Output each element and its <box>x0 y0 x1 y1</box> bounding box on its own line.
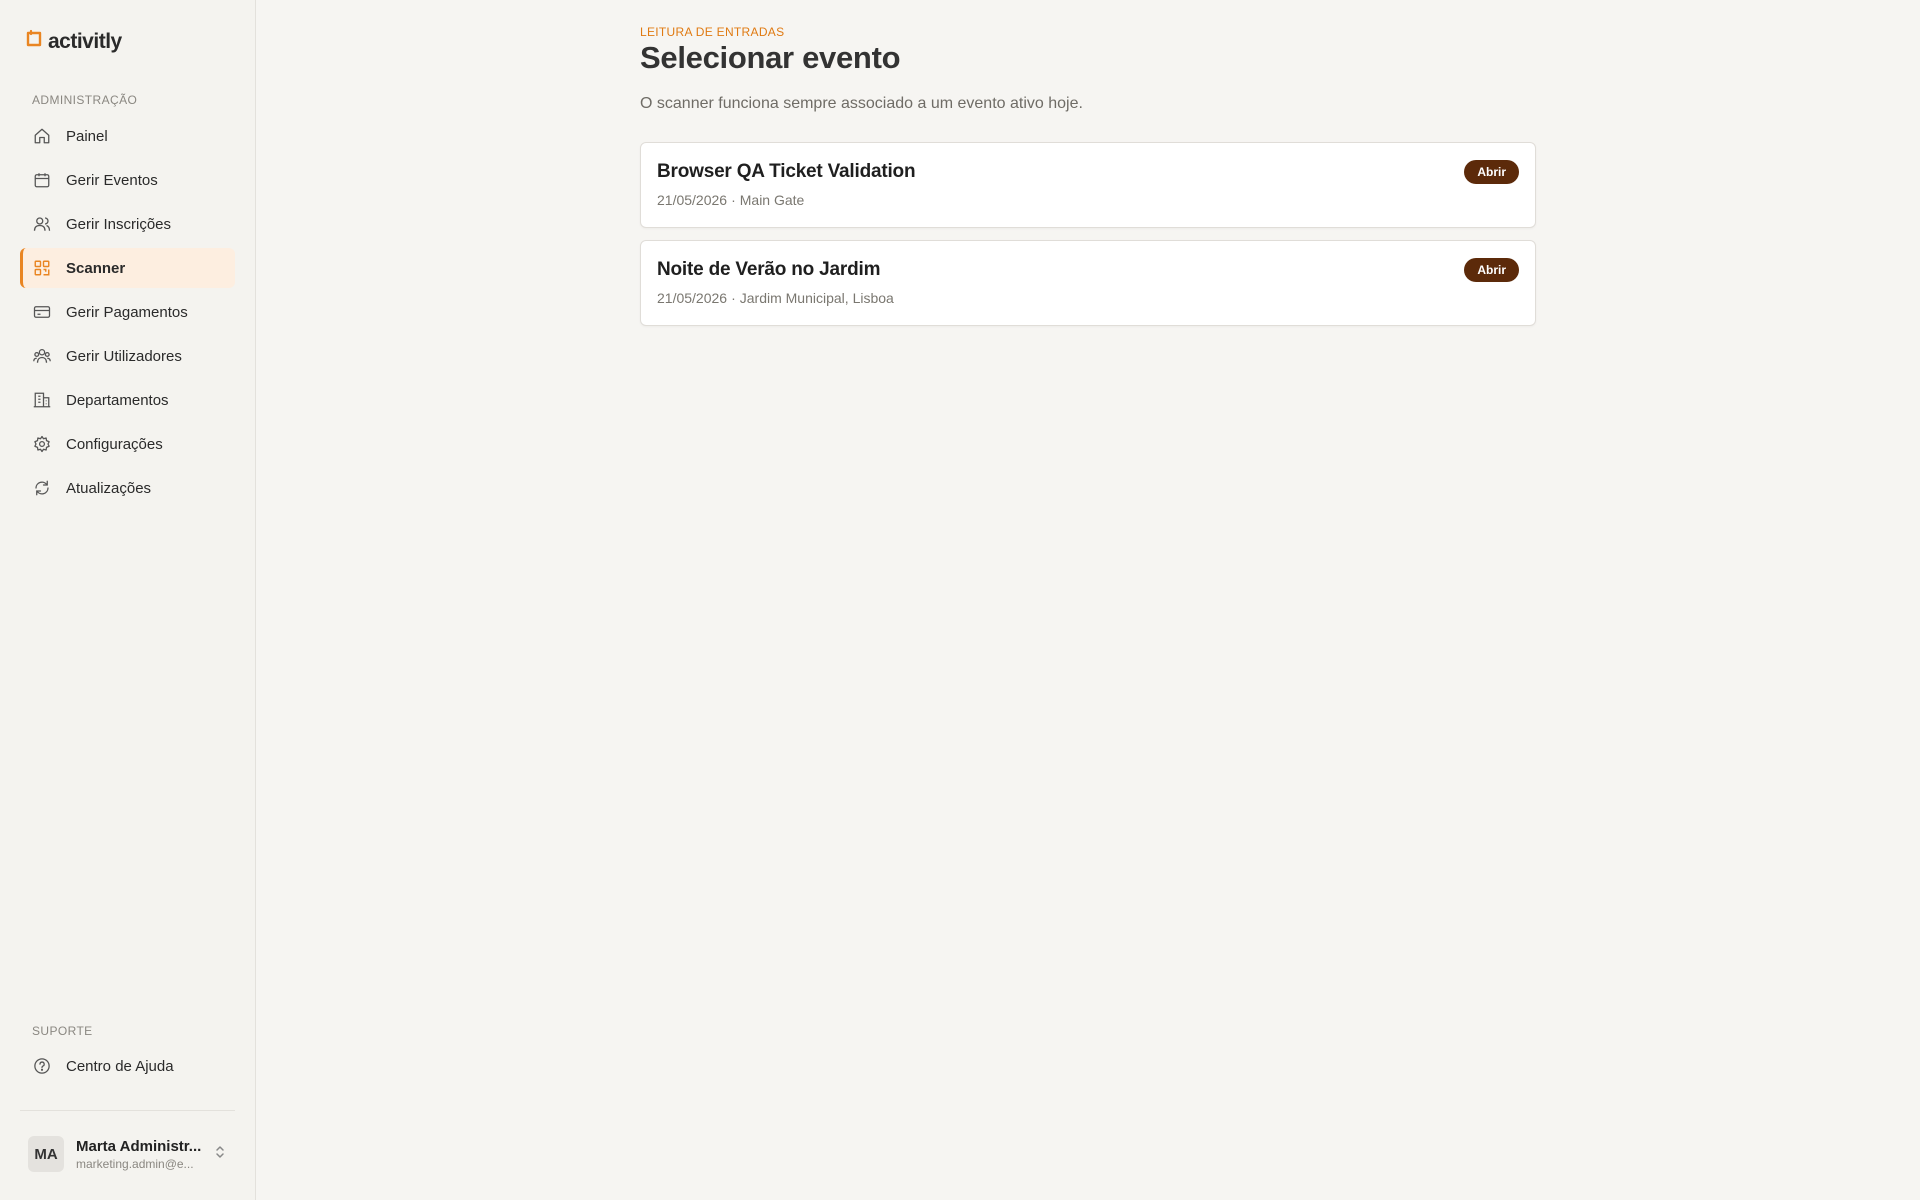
activitly-logo-icon <box>24 29 44 54</box>
sidebar-item-centro-de-ajuda[interactable]: Centro de Ajuda <box>20 1046 235 1086</box>
sidebar-item-label: Atualizações <box>66 479 152 497</box>
calendar-icon <box>32 170 52 190</box>
user-menu[interactable]: MA Marta Administr... marketing.admin@e.… <box>28 1135 228 1173</box>
admin-nav: Painel Gerir Eventos Gerir Inscrições Sc… <box>20 116 235 512</box>
event-list: Browser QA Ticket Validation 21/05/2026 ·… <box>640 142 1536 338</box>
sidebar-item-label: Centro de Ajuda <box>66 1057 174 1075</box>
open-event-button[interactable]: Abrir <box>1464 160 1519 184</box>
qr-scan-icon <box>32 258 52 278</box>
gear-icon <box>32 434 52 454</box>
event-date: 21/05/2026 <box>657 192 728 208</box>
event-card[interactable]: Browser QA Ticket Validation 21/05/2026 ·… <box>640 142 1536 228</box>
sidebar-item-painel[interactable]: Painel <box>20 116 235 156</box>
event-title: Browser QA Ticket Validation <box>657 161 916 182</box>
event-location: Main Gate <box>739 192 805 208</box>
event-title: Noite de Verão no Jardim <box>657 259 881 280</box>
avatar: MA <box>28 1136 64 1172</box>
event-location: Jardim Municipal, Lisboa <box>739 290 894 306</box>
user-name: Marta Administr... <box>76 1137 202 1155</box>
event-card[interactable]: Noite de Verão no Jardim 21/05/2026 · Jard… <box>640 240 1536 326</box>
refresh-icon <box>32 478 52 498</box>
section-label-admin: ADMINISTRAÇÃO <box>32 93 138 107</box>
credit-card-icon <box>32 302 52 322</box>
meta-separator: · <box>731 290 736 306</box>
sidebar-item-atualizacoes[interactable]: Atualizações <box>20 468 235 508</box>
section-label-support: SUPORTE <box>32 1024 93 1038</box>
sidebar-item-label: Gerir Inscrições <box>66 215 172 233</box>
sidebar: activitly ADMINISTRAÇÃO Painel Gerir Eve… <box>0 0 256 1200</box>
event-date: 21/05/2026 <box>657 290 728 306</box>
event-meta: 21/05/2026 · Main Gate <box>657 192 804 208</box>
page-subtitle: O scanner funciona sempre associado a um… <box>640 95 1083 112</box>
event-meta: 21/05/2026 · Jardim Municipal, Lisboa <box>657 290 894 306</box>
page-eyebrow: LEITURA DE ENTRADAS <box>640 25 785 39</box>
meta-separator: · <box>731 192 736 208</box>
home-icon <box>32 126 52 146</box>
sidebar-item-departamentos[interactable]: Departamentos <box>20 380 235 420</box>
sidebar-item-label: Departamentos <box>66 391 169 409</box>
sidebar-item-gerir-pagamentos[interactable]: Gerir Pagamentos <box>20 292 235 332</box>
page-title: Selecionar evento <box>640 40 901 75</box>
sidebar-item-scanner[interactable]: Scanner <box>20 248 235 288</box>
sidebar-item-configuracoes[interactable]: Configurações <box>20 424 235 464</box>
sidebar-item-gerir-inscricoes[interactable]: Gerir Inscrições <box>20 204 235 244</box>
user-email: marketing.admin@e... <box>76 1156 194 1171</box>
support-nav: Centro de Ajuda <box>20 1046 235 1090</box>
building-icon <box>32 390 52 410</box>
sidebar-item-label: Scanner <box>66 259 126 277</box>
sidebar-item-label: Gerir Eventos <box>66 171 158 189</box>
help-circle-icon <box>32 1056 52 1076</box>
sidebar-item-label: Configurações <box>66 435 163 453</box>
sidebar-item-label: Gerir Utilizadores <box>66 347 182 365</box>
sidebar-item-label: Painel <box>66 127 108 145</box>
sidebar-item-gerir-utilizadores[interactable]: Gerir Utilizadores <box>20 336 235 376</box>
user-group-icon <box>32 346 52 366</box>
brand-logo[interactable]: activitly <box>24 29 122 54</box>
open-event-button[interactable]: Abrir <box>1464 258 1519 282</box>
brand-name: activitly <box>48 29 122 53</box>
sidebar-item-label: Gerir Pagamentos <box>66 303 188 321</box>
sidebar-item-gerir-eventos[interactable]: Gerir Eventos <box>20 160 235 200</box>
users-icon <box>32 214 52 234</box>
chevron-up-down-icon[interactable] <box>214 1145 226 1164</box>
user-info: Marta Administr... marketing.admin@e... <box>76 1138 204 1171</box>
sidebar-divider <box>20 1110 235 1111</box>
